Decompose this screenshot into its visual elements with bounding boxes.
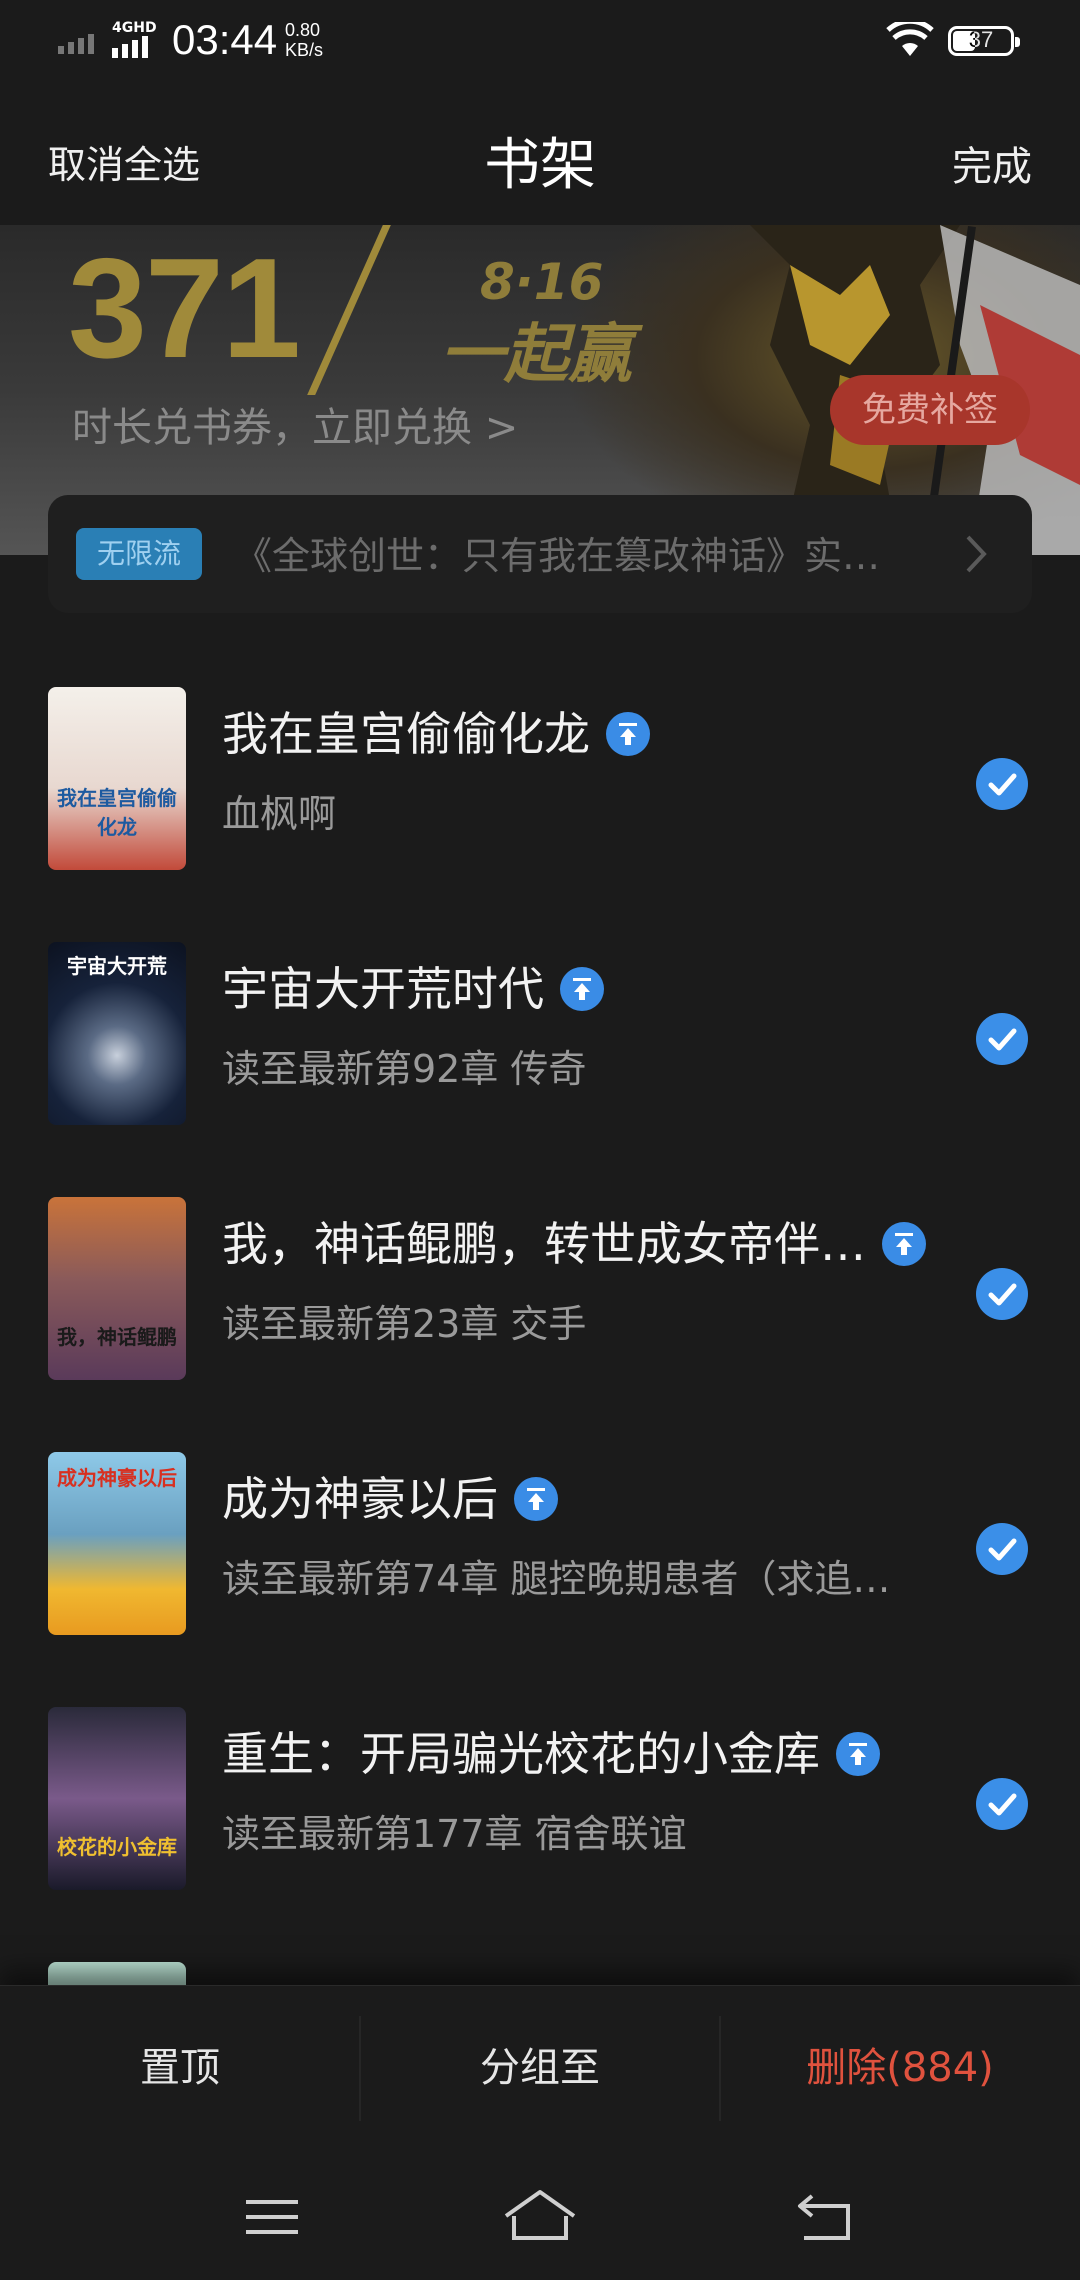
signal-icon — [58, 34, 94, 54]
banner-subtitle[interactable]: 时长兑书券，立即兑换 > — [72, 395, 518, 453]
banner-slash — [307, 225, 391, 395]
book-cover: 成为神豪以后 — [48, 1452, 186, 1635]
pinned-icon — [882, 1221, 926, 1266]
book-item[interactable]: 成为神豪以后 成为神豪以后 读至最新第74章 腿控晚期患者（求追… — [0, 1425, 1080, 1680]
book-cover: 校花的小金库 — [48, 1707, 186, 1890]
book-title: 成为神豪以后 — [222, 1463, 558, 1529]
selected-checkbox[interactable] — [976, 1523, 1028, 1575]
network-speed-value: 0.80 — [285, 20, 321, 40]
cover-title: 校花的小金库 — [57, 1835, 177, 1859]
clock: 03:44 — [172, 16, 278, 63]
reading-progress: 读至最新第92章 传奇 — [222, 1047, 587, 1091]
cover-title: 成为神豪以后 — [57, 1466, 177, 1490]
signal-icon-2 — [112, 36, 148, 58]
menu-icon[interactable] — [232, 2182, 312, 2252]
book-title-text: 我，神话鲲鹏，转世成女帝伴… — [222, 1217, 866, 1271]
pinned-icon — [514, 1476, 558, 1521]
selected-checkbox[interactable] — [976, 1013, 1028, 1065]
delete-button[interactable]: 删除(884) — [720, 1986, 1080, 2151]
book-title: 我，神话鲲鹏，转世成女帝伴… — [222, 1208, 926, 1274]
system-navigation-bar — [0, 2150, 1080, 2280]
cover-title: 宇宙大开荒 — [67, 954, 167, 978]
banner-slogan: 一起赢 — [440, 318, 632, 392]
battery-icon: 37 — [948, 26, 1020, 56]
selected-checkbox[interactable] — [976, 758, 1028, 810]
wifi-icon — [886, 22, 934, 56]
network-speed: 0.80 KB/s — [285, 20, 323, 60]
book-item[interactable]: 宇宙大开荒 宇宙大开荒时代 读至最新第92章 传奇 — [0, 915, 1080, 1170]
book-title-text: 重生：开局骗光校花的小金库 — [222, 1727, 820, 1781]
book-cover: 宇宙大开荒 — [48, 942, 186, 1125]
selected-checkbox[interactable] — [976, 1268, 1028, 1320]
book-item[interactable]: 校花的小金库 重生：开局骗光校花的小金库 读至最新第177章 宿舍联谊 — [0, 1680, 1080, 1935]
back-icon[interactable] — [786, 2182, 866, 2252]
done-button[interactable]: 完成 — [952, 134, 1032, 192]
battery-level: 37 — [968, 27, 994, 52]
status-bar: 4GHD 03:44 0.80 KB/s 37 — [0, 0, 1080, 90]
book-cover: 我在皇宫偷偷化龙 — [48, 687, 186, 870]
book-title: 我在皇宫偷偷化龙 — [222, 698, 650, 764]
cover-title: 我在皇宫偷偷化龙 — [57, 786, 177, 839]
network-speed-unit: KB/s — [285, 40, 324, 60]
recommendation-notice[interactable]: 无限流 《全球创世：只有我在篡改神话》实… — [48, 495, 1032, 613]
free-signin-button[interactable]: 免费补签 — [830, 375, 1030, 445]
pin-to-top-button[interactable]: 置顶 — [0, 1986, 360, 2151]
pinned-icon — [836, 1731, 880, 1776]
network-type: 4GHD — [112, 20, 157, 36]
battery-tip — [1015, 37, 1020, 47]
reading-progress: 读至最新第23章 交手 — [222, 1302, 587, 1346]
page-title: 书架 — [484, 133, 596, 198]
reading-progress: 读至最新第74章 腿控晚期患者（求追… — [222, 1557, 891, 1601]
book-item[interactable]: 我在皇宫偷偷化龙 我在皇宫偷偷化龙 血枫啊 — [0, 660, 1080, 915]
selected-checkbox[interactable] — [976, 1778, 1028, 1830]
book-author: 血枫啊 — [222, 792, 337, 836]
cover-title: 我，神话鲲鹏 — [57, 1325, 177, 1349]
move-to-group-button[interactable]: 分组至 — [360, 1986, 720, 2151]
pinned-icon — [606, 711, 650, 756]
app-header: 取消全选 书架 完成 — [0, 90, 1080, 225]
book-item[interactable]: 我，神话鲲鹏 我，神话鲲鹏，转世成女帝伴… 读至最新第23章 交手 — [0, 1170, 1080, 1425]
book-title-text: 宇宙大开荒时代 — [222, 962, 544, 1016]
book-cover: 我，神话鲲鹏 — [48, 1197, 186, 1380]
book-title-text: 我在皇宫偷偷化龙 — [222, 707, 590, 761]
home-icon[interactable] — [500, 2182, 580, 2252]
book-title-text: 成为神豪以后 — [222, 1472, 498, 1526]
pinned-icon — [560, 966, 604, 1011]
bulk-action-bar: 置顶 分组至 删除(884) — [0, 1985, 1080, 2151]
genre-tag: 无限流 — [76, 528, 202, 580]
chevron-right-icon — [966, 535, 987, 573]
reading-progress: 读至最新第177章 宿舍联谊 — [222, 1812, 687, 1856]
book-title: 宇宙大开荒时代 — [222, 953, 604, 1019]
notice-text: 《全球创世：只有我在篡改神话》实… — [234, 534, 881, 578]
banner-number: 371 — [68, 229, 301, 388]
book-title: 重生：开局骗光校花的小金库 — [222, 1718, 880, 1784]
